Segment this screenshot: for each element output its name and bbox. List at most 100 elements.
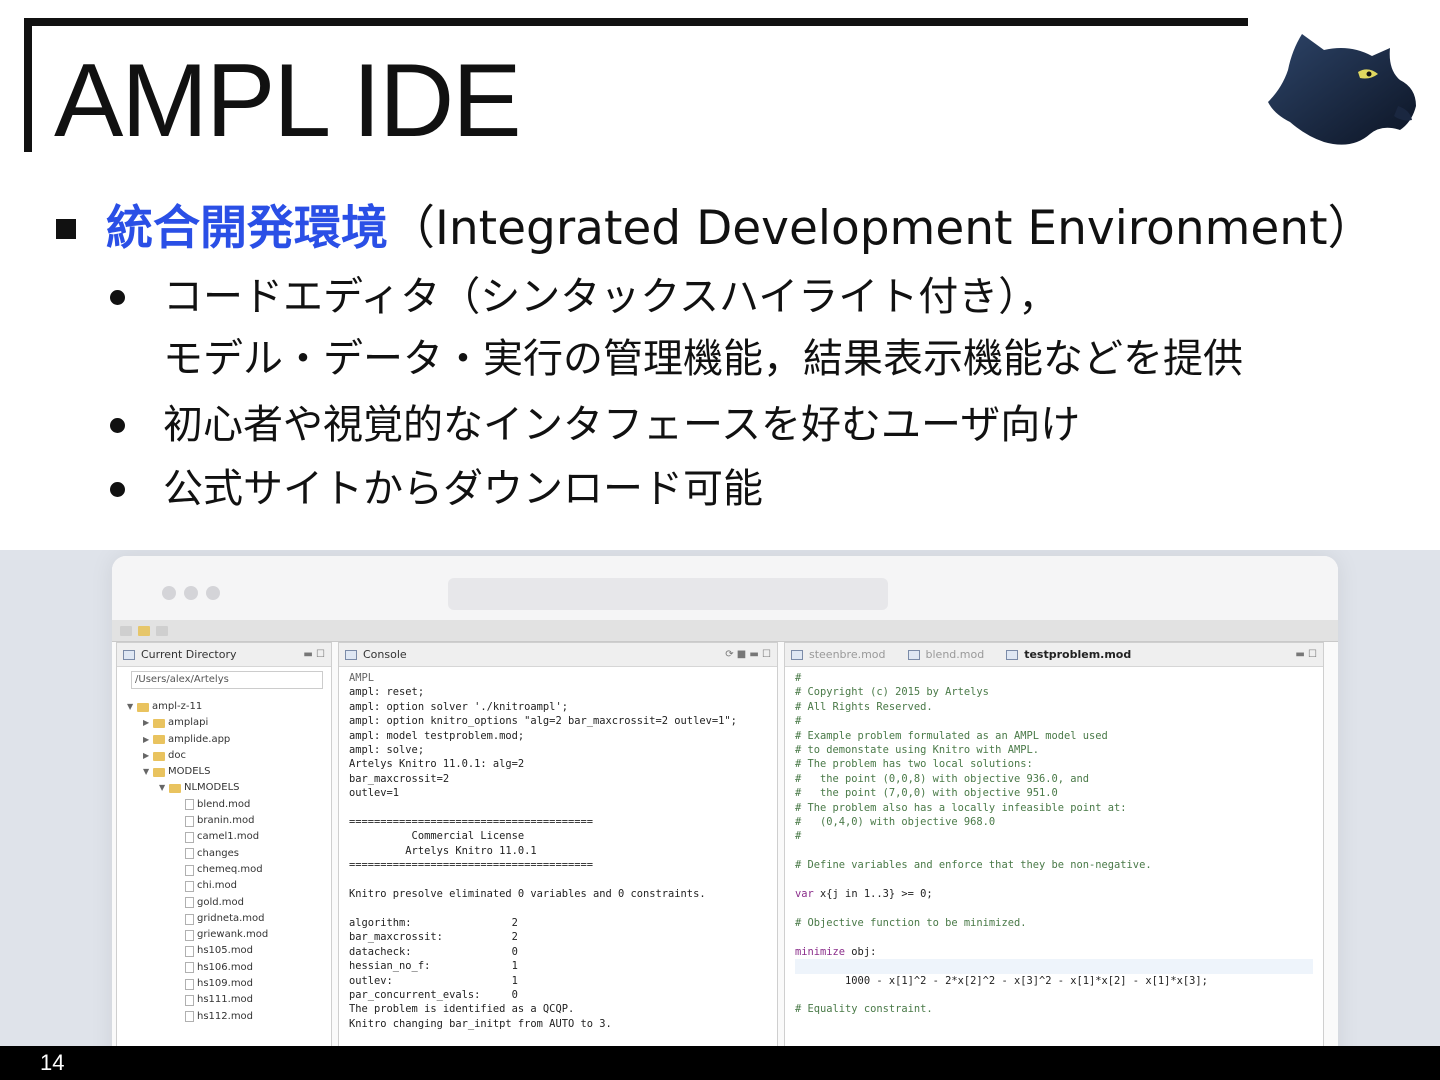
code-line: # All Rights Reserved.	[795, 700, 933, 713]
tree-item-label: hs105.mod	[197, 945, 254, 957]
console-header: AMPL	[349, 672, 375, 684]
tree-item[interactable]: hs106.mod	[123, 960, 325, 976]
console-tab[interactable]: Console	[363, 648, 407, 661]
code-line: # the point (7,0,0) with objective 951.0	[795, 787, 1058, 800]
tree-item[interactable]: hs109.mod	[123, 976, 325, 992]
code-line: # Equality constraint.	[795, 1003, 933, 1016]
console-line: ampl: reset;	[349, 686, 425, 699]
window-close-dot[interactable]	[162, 586, 176, 600]
sub-bullet-3: 公式サイトからダウンロード可能	[110, 458, 763, 520]
code-line: # the point (0,0,8) with objective 936.0…	[795, 772, 1090, 785]
sub-bullet-3-line-1: 公式サイトからダウンロード可能	[163, 466, 763, 512]
new-file-icon[interactable]	[120, 625, 132, 636]
tree-twisty-icon[interactable]: ▶	[143, 715, 153, 731]
file-icon	[185, 913, 194, 925]
window-zoom-dot[interactable]	[206, 586, 220, 600]
dot-bullet-icon	[110, 290, 125, 305]
console-line: ampl: option knitro_options "alg=2 bar_m…	[349, 715, 737, 728]
tree-item[interactable]: ▶ amplapi	[123, 715, 325, 731]
code-editor[interactable]: # # Copyright (c) 2015 by Artelys # All Ri…	[785, 667, 1323, 1021]
tree-item[interactable]: camel1.mod	[123, 829, 325, 845]
tree-item-label: camel1.mod	[197, 831, 260, 843]
tree-item[interactable]: ▼ MODELS	[123, 764, 325, 780]
tree-twisty-icon[interactable]: ▼	[127, 699, 137, 715]
ide-window: Current Directory ▬ ☐ /Users/alex/Artely…	[112, 556, 1338, 1046]
console-line: Artelys Knitro 11.0.1	[349, 844, 537, 857]
tree-item[interactable]: gold.mod	[123, 895, 325, 911]
tree-item[interactable]: gridneta.mod	[123, 911, 325, 927]
file-icon	[185, 832, 194, 844]
code-line: 1000 - x[1]^2 - 2*x[2]^2 - x[3]^2 - x[1]…	[795, 974, 1208, 987]
tree-item[interactable]: hs105.mod	[123, 943, 325, 959]
main-bullet: 統合開発環境（Integrated Development Environmen…	[56, 196, 1375, 262]
file-icon	[185, 994, 194, 1006]
console-line: bar_maxcrossit=2	[349, 772, 450, 785]
console-line: datacheck: 0	[349, 945, 518, 958]
folder-icon	[153, 718, 165, 728]
minimize-maximize-icon[interactable]: ▬ ☐	[303, 649, 325, 660]
tree-item[interactable]: ▼ NLMODELS	[123, 780, 325, 796]
explorer-tab[interactable]: Current Directory	[141, 648, 237, 661]
tree-twisty-icon[interactable]: ▶	[143, 748, 153, 764]
tree-item[interactable]: changes	[123, 846, 325, 862]
tree-twisty-icon[interactable]: ▶	[143, 732, 153, 748]
tree-item[interactable]: ▼ ampl-z-11	[123, 699, 325, 715]
console-line: Commercial License	[349, 830, 525, 843]
window-minimize-dot[interactable]	[184, 586, 198, 600]
code-line: # Copyright (c) 2015 by Artelys	[795, 686, 989, 699]
code-line: # (0,4,0) with objective 968.0	[795, 816, 996, 829]
tree-item[interactable]: branin.mod	[123, 813, 325, 829]
mod-file-icon	[1006, 649, 1019, 660]
tree-twisty-icon[interactable]: ▼	[159, 780, 169, 796]
tree-item-label: MODELS	[168, 766, 211, 778]
code-line: #	[795, 715, 802, 728]
console-controls-icon[interactable]: ⟳ ■ ▬ ☐	[725, 649, 771, 660]
editor-tab[interactable]: steenbre.mod	[809, 648, 886, 661]
console-pane: Console ⟳ ■ ▬ ☐ AMPL ampl: reset; ampl: op…	[338, 642, 778, 1046]
file-icon	[185, 848, 194, 860]
main-bullet-highlight: 統合開発環境	[106, 201, 388, 256]
code-line: minimize obj:	[795, 945, 877, 958]
tree-item[interactable]: ▶ doc	[123, 748, 325, 764]
tree-item-label: blend.mod	[197, 798, 251, 810]
editor-tab[interactable]: blend.mod	[926, 648, 985, 661]
file-icon	[185, 929, 194, 941]
page-number: 14	[40, 1050, 65, 1075]
tree-item[interactable]: hs112.mod	[123, 1009, 325, 1025]
title-frame-top	[24, 18, 1248, 26]
code-line: # The problem has two local solutions:	[795, 758, 1033, 771]
explorer-pane: Current Directory ▬ ☐ /Users/alex/Artely…	[116, 642, 332, 1046]
editor-controls-icon[interactable]: ▬ ☐	[1295, 649, 1317, 660]
tree-item-label: NLMODELS	[184, 782, 240, 794]
editor-tab[interactable]: testproblem.mod	[1024, 648, 1131, 661]
console-line: algorithm: 2	[349, 916, 518, 929]
tree-item[interactable]: chi.mod	[123, 878, 325, 894]
code-line: var x{j in 1..3} >= 0;	[795, 888, 933, 901]
address-bar[interactable]	[448, 578, 888, 610]
console-line: The problem is identified as a QCQP.	[349, 1003, 575, 1016]
tree-item[interactable]: ▶ amplide.app	[123, 732, 325, 748]
tree-twisty-icon[interactable]: ▼	[143, 764, 153, 780]
tree-item[interactable]: griewank.mod	[123, 927, 325, 943]
file-icon	[185, 880, 194, 892]
save-icon[interactable]	[156, 625, 168, 636]
open-folder-icon[interactable]	[138, 625, 150, 636]
code-line: # The problem also has a locally infeasi…	[795, 801, 1127, 814]
code-line: #	[795, 672, 802, 684]
tree-item-label: hs106.mod	[197, 961, 254, 973]
path-field[interactable]: /Users/alex/Artelys	[131, 671, 323, 689]
file-icon	[185, 978, 194, 990]
panther-logo-icon	[1268, 34, 1416, 145]
tree-item[interactable]: chemeq.mod	[123, 862, 325, 878]
file-icon	[185, 1011, 194, 1023]
tree-item[interactable]: hs111.mod	[123, 992, 325, 1008]
title-frame-left	[24, 18, 32, 152]
tree-item[interactable]: blend.mod	[123, 797, 325, 813]
file-icon	[185, 799, 194, 811]
